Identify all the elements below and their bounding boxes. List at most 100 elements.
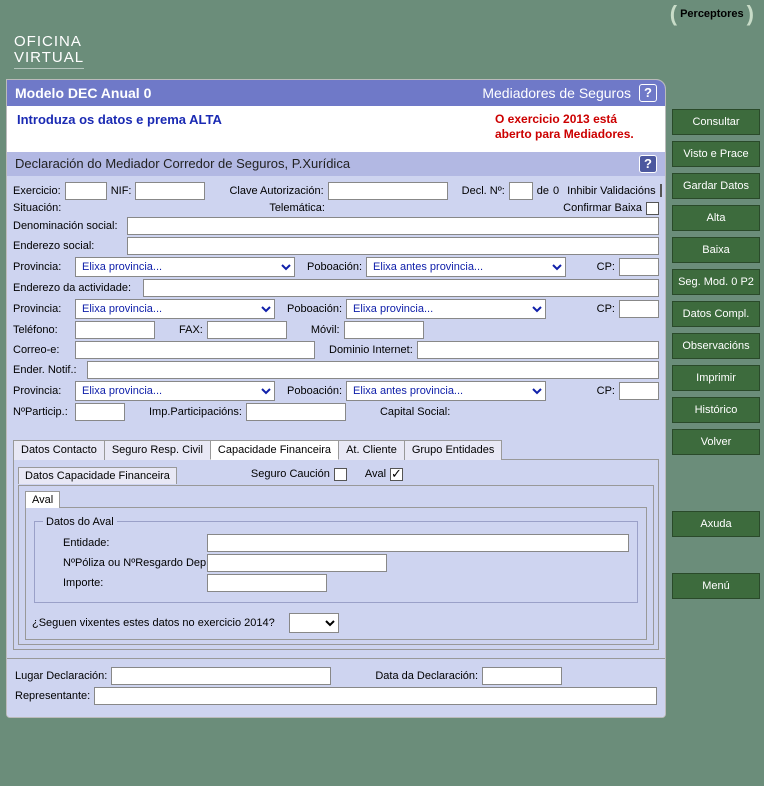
provincia3-select[interactable]: Elixa provincia... xyxy=(75,381,275,401)
nparticip-label: NºParticip.: xyxy=(13,406,71,418)
fieldset-datos-aval: Datos do Aval xyxy=(43,516,117,528)
tab-datos-contacto[interactable]: Datos Contacto xyxy=(13,440,105,460)
clave-aut-label: Clave Autorización: xyxy=(229,185,323,197)
decl-num-input[interactable] xyxy=(509,182,533,200)
provincia2-label: Provincia: xyxy=(13,303,71,315)
cp1-input[interactable] xyxy=(619,258,659,276)
btn-axuda[interactable]: Axuda xyxy=(672,511,760,537)
de-label: de xyxy=(537,185,549,197)
exercicio-label: Exercicio: xyxy=(13,185,61,197)
enderezo-actividade-label: Enderezo da actividade: xyxy=(13,282,139,294)
exercise-notice: O exercicio 2013 está aberto para Mediad… xyxy=(495,112,655,142)
vixentes-question: ¿Seguen vixentes estes datos no exercici… xyxy=(32,617,275,629)
seguro-caucion-checkbox[interactable] xyxy=(334,468,347,481)
decl-num-label: Decl. Nº: xyxy=(462,185,505,197)
section-help-icon[interactable]: ? xyxy=(639,155,657,173)
btn-visto-e-prace[interactable]: Visto e Prace xyxy=(672,141,760,167)
correo-input[interactable] xyxy=(75,341,315,359)
correo-label: Correo-e: xyxy=(13,344,71,356)
tab-seguro-resp-civil[interactable]: Seguro Resp. Civil xyxy=(104,440,211,460)
importe-label: Importe: xyxy=(43,577,203,589)
enderezo-social-label: Enderezo social: xyxy=(13,240,123,252)
aval-label: Aval xyxy=(365,468,386,480)
poboacion1-label: Poboación: xyxy=(307,261,362,273)
btn-imprimir[interactable]: Imprimir xyxy=(672,365,760,391)
help-icon[interactable]: ? xyxy=(639,84,657,102)
poliza-label: NºPóliza ou NºResgardo Dep.: xyxy=(43,557,203,569)
situacion-label: Situación: xyxy=(13,202,61,214)
entidade-label: Entidade: xyxy=(43,537,203,549)
section-title: Declaración do Mediador Corredor de Segu… xyxy=(15,156,350,171)
aval-checkbox[interactable] xyxy=(390,468,403,481)
denominacion-input[interactable] xyxy=(127,217,659,235)
fax-input[interactable] xyxy=(207,321,287,339)
nif-label: NIF: xyxy=(111,185,132,197)
page-title: Modelo DEC Anual 0 xyxy=(15,85,151,101)
btn-datos-compl[interactable]: Datos Compl. xyxy=(672,301,760,327)
importe-input[interactable] xyxy=(207,574,327,592)
btn-volver[interactable]: Volver xyxy=(672,429,760,455)
poboacion2-select[interactable]: Elixa provincia... xyxy=(346,299,546,319)
tab-at-cliente[interactable]: At. Cliente xyxy=(338,440,405,460)
exercicio-input[interactable] xyxy=(65,182,107,200)
provincia2-select[interactable]: Elixa provincia... xyxy=(75,299,275,319)
telematica-label: Telemática: xyxy=(269,202,325,214)
nif-input[interactable] xyxy=(135,182,205,200)
btn-seg-mod-0-p2[interactable]: Seg. Mod. 0 P2 xyxy=(672,269,760,295)
entidade-input[interactable] xyxy=(207,534,629,552)
brand-logo: OFICINA VIRTUAL xyxy=(0,26,96,79)
telefono-label: Teléfono: xyxy=(13,324,71,336)
representante-label: Representante: xyxy=(15,690,90,702)
vixentes-select[interactable] xyxy=(289,613,339,633)
poliza-input[interactable] xyxy=(207,554,387,572)
btn-gardar-datos[interactable]: Gardar Datos xyxy=(672,173,760,199)
provincia1-label: Provincia: xyxy=(13,261,71,273)
denominacion-label: Denominación social: xyxy=(13,220,123,232)
fax-label: FAX: xyxy=(179,324,203,336)
btn-observacions[interactable]: Observacións xyxy=(672,333,760,359)
page-subtitle: Mediadores de Seguros xyxy=(482,85,631,101)
de-value: 0 xyxy=(553,185,559,197)
nparticip-input[interactable] xyxy=(75,403,125,421)
provincia3-label: Provincia: xyxy=(13,385,71,397)
telefono-input[interactable] xyxy=(75,321,155,339)
confirmar-baixa-checkbox[interactable] xyxy=(646,202,659,215)
data-decl-input[interactable] xyxy=(482,667,562,685)
clave-aut-input[interactable] xyxy=(328,182,448,200)
capital-label: Capital Social: xyxy=(380,406,450,418)
inhibir-checkbox[interactable] xyxy=(660,184,662,197)
enderezo-social-input[interactable] xyxy=(127,237,659,255)
ender-notif-label: Ender. Notif.: xyxy=(13,364,83,376)
btn-consultar[interactable]: Consultar xyxy=(672,109,760,135)
btn-baixa[interactable]: Baixa xyxy=(672,237,760,263)
top-tab-perceptores[interactable]: ( Perceptores ) xyxy=(670,4,754,20)
movil-input[interactable] xyxy=(344,321,424,339)
tab-aval[interactable]: Aval xyxy=(25,491,60,508)
btn-menu[interactable]: Menú xyxy=(672,573,760,599)
poboacion3-label: Poboación: xyxy=(287,385,342,397)
panel-title-capacidade: Datos Capacidade Financeira xyxy=(18,467,177,484)
poboacion3-select[interactable]: Elixa antes provincia... xyxy=(346,381,546,401)
btn-alta[interactable]: Alta xyxy=(672,205,760,231)
representante-input[interactable] xyxy=(94,687,657,705)
cp3-input[interactable] xyxy=(619,382,659,400)
imp-particip-input[interactable] xyxy=(246,403,346,421)
tab-grupo-entidades[interactable]: Grupo Entidades xyxy=(404,440,503,460)
dominio-input[interactable] xyxy=(417,341,659,359)
provincia1-select[interactable]: Elixa provincia... xyxy=(75,257,295,277)
enderezo-actividade-input[interactable] xyxy=(143,279,659,297)
imp-particip-label: Imp.Participacións: xyxy=(149,406,242,418)
cp1-label: CP: xyxy=(597,261,615,273)
inhibir-label: Inhibir Validacións xyxy=(567,185,655,197)
dominio-label: Dominio Internet: xyxy=(329,344,413,356)
btn-historico[interactable]: Histórico xyxy=(672,397,760,423)
cp2-input[interactable] xyxy=(619,300,659,318)
lugar-decl-input[interactable] xyxy=(111,667,331,685)
cp2-label: CP: xyxy=(597,303,615,315)
seguro-caucion-label: Seguro Caución xyxy=(251,468,330,480)
tab-capacidade-financeira[interactable]: Capacidade Financeira xyxy=(210,440,339,460)
cp3-label: CP: xyxy=(597,385,615,397)
poboacion1-select[interactable]: Elixa antes provincia... xyxy=(366,257,566,277)
ender-notif-input[interactable] xyxy=(87,361,659,379)
instruction-text: Introduza os datos e prema ALTA xyxy=(17,112,222,142)
